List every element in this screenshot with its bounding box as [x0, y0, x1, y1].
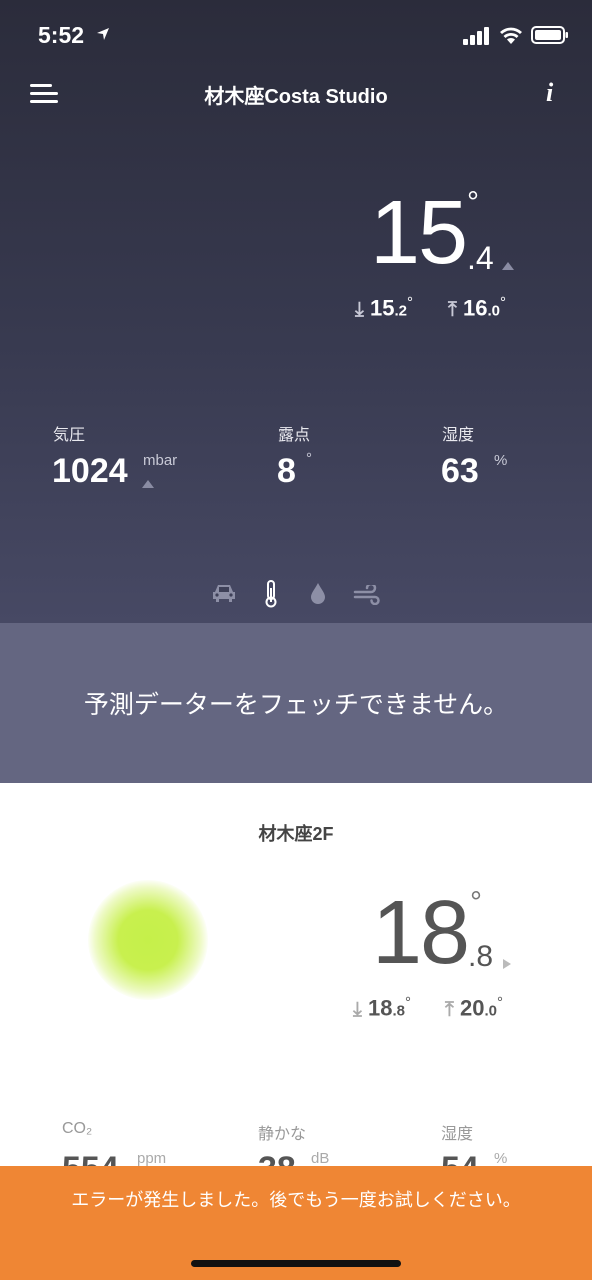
wifi-icon — [500, 27, 522, 44]
noise-unit: dB — [311, 1150, 330, 1167]
wind-icon[interactable] — [353, 585, 381, 605]
outdoor-min-value: 15 — [369, 295, 395, 321]
outdoor-temperature-decimal: .4 — [467, 240, 494, 276]
co2-unit: ppm — [137, 1150, 167, 1167]
degree-symbol: ° — [467, 186, 479, 219]
outdoor-min-decimal: .2 — [394, 302, 407, 320]
trend-up-icon — [502, 262, 514, 270]
module-min-value: 18 — [367, 995, 393, 1021]
outdoor-min: ⤓ 15.2° — [355, 294, 413, 321]
min-arrow-icon: ⤓ — [355, 298, 364, 321]
outdoor-max-value: 16 — [462, 295, 488, 321]
station-title: 材木座Costa Studio — [204, 86, 388, 108]
module-humidity-label: 湿度 — [441, 1126, 474, 1143]
cellular-signal-icon — [463, 27, 489, 45]
humidity-value: 63 — [441, 452, 479, 490]
module-temperature-decimal: .8 — [468, 940, 494, 973]
dewpoint-label: 露点 — [278, 427, 311, 444]
outdoor-max-decimal: .0 — [487, 302, 500, 320]
air-quality-indicator — [88, 880, 208, 1000]
module-temperature: 18 — [372, 883, 470, 983]
car-icon[interactable] — [211, 582, 237, 604]
module-max-decimal: .0 — [484, 1002, 497, 1020]
dewpoint-value: 8 — [277, 452, 296, 490]
thermometer-icon[interactable] — [263, 580, 279, 608]
status-time: 5:52 — [38, 22, 85, 48]
min-arrow-icon: ⤓ — [353, 998, 362, 1021]
trend-stable-icon — [503, 959, 511, 969]
co2-label: CO₂ — [62, 1120, 93, 1137]
humidity-unit: % — [494, 452, 508, 469]
degree-symbol: ° — [406, 294, 413, 311]
home-indicator[interactable] — [191, 1260, 401, 1267]
pressure-label: 気圧 — [53, 427, 86, 444]
forecast-error-message: 予測データーをフェッチできません。 — [83, 691, 509, 719]
outdoor-temperature: 15 — [370, 183, 468, 283]
module-humidity-unit: % — [494, 1150, 508, 1167]
location-arrow-icon — [97, 28, 109, 40]
dewpoint-unit: ° — [306, 450, 312, 467]
degree-symbol: ° — [404, 994, 411, 1011]
pressure-trend-up-icon — [142, 480, 154, 488]
battery-icon — [531, 26, 568, 44]
module-max: ⤒ 20.0° — [445, 994, 503, 1021]
module-min-decimal: .8 — [392, 1002, 405, 1020]
error-message: エラーが発生しました。後でもう一度お試しください。 — [71, 1190, 521, 1210]
max-arrow-icon: ⤒ — [448, 298, 457, 321]
humidity-label: 湿度 — [442, 427, 475, 444]
pressure-value: 1024 — [52, 452, 128, 490]
outdoor-max: ⤒ 16.0° — [448, 294, 506, 321]
noise-label: 静かな — [258, 1126, 307, 1143]
degree-symbol: ° — [496, 994, 503, 1011]
drop-icon[interactable] — [309, 582, 327, 606]
degree-symbol: ° — [470, 886, 482, 919]
pressure-unit: mbar — [143, 452, 178, 469]
module-title: 材木座2F — [258, 824, 334, 844]
degree-symbol: ° — [499, 294, 506, 311]
module-min: ⤓ 18.8° — [353, 994, 411, 1021]
max-arrow-icon: ⤒ — [445, 998, 454, 1021]
module-max-value: 20 — [459, 995, 485, 1021]
info-button[interactable]: i — [546, 78, 553, 108]
